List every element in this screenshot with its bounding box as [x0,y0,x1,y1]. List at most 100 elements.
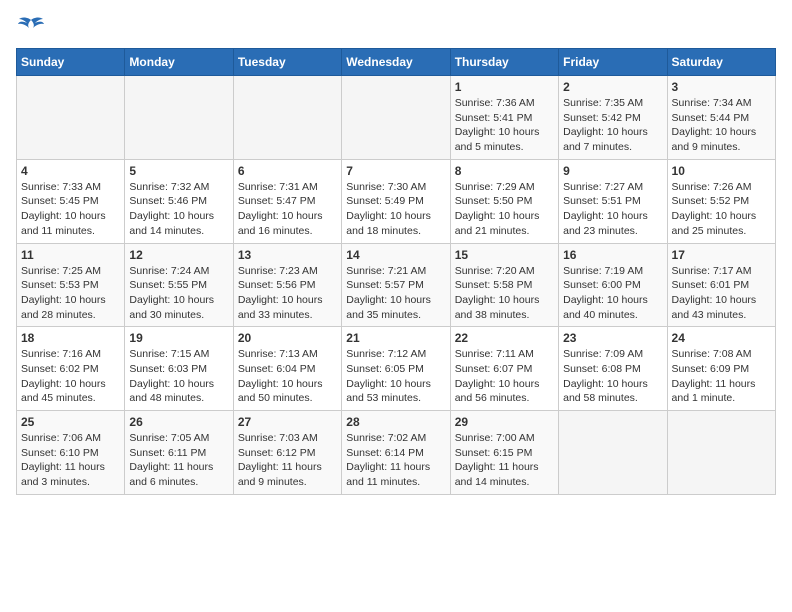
calendar-week-row: 25 Sunrise: 7:06 AMSunset: 6:10 PMDayligh… [17,411,776,495]
weekday-header: Monday [125,49,233,76]
calendar-day-cell [17,76,125,160]
day-info: Sunrise: 7:08 AMSunset: 6:09 PMDaylight:… [672,347,771,406]
calendar-day-cell: 20Sunrise: 7:13 AMSunset: 6:04 PMDayligh… [233,327,341,411]
day-number: 9 [563,164,662,178]
day-info: Sunrise: 7:24 AMSunset: 5:55 PMDaylight:… [129,264,228,323]
logo [16,16,46,38]
day-info: Sunrise: 7:16 AMSunset: 6:02 PMDaylight:… [21,347,120,406]
calendar-week-row: 11 Sunrise: 7:25 AMSunset: 5:53 PMDayligh… [17,243,776,327]
calendar-day-cell: 26Sunrise: 7:05 AMSunset: 6:11 PMDayligh… [125,411,233,495]
calendar-day-cell: 7 Sunrise: 7:30 AMSunset: 5:49 PMDaylight… [342,159,450,243]
calendar-day-cell: 8 Sunrise: 7:29 AMSunset: 5:50 PMDaylight… [450,159,558,243]
day-info: Sunrise: 7:33 AMSunset: 5:45 PMDaylight:… [21,180,120,239]
day-info: Sunrise: 7:03 AMSunset: 6:12 PMDaylight:… [238,431,337,490]
day-number: 23 [563,331,662,345]
day-number: 11 [21,248,120,262]
calendar-day-cell: 13 Sunrise: 7:23 AMSunset: 5:56 PMDayligh… [233,243,341,327]
page-header [16,16,776,38]
day-number: 28 [346,415,445,429]
day-number: 19 [129,331,228,345]
day-info: Sunrise: 7:00 AMSunset: 6:15 PMDaylight:… [455,431,554,490]
day-number: 26 [129,415,228,429]
day-info: Sunrise: 7:09 AMSunset: 6:08 PMDaylight:… [563,347,662,406]
calendar-day-cell [125,76,233,160]
day-info: Sunrise: 7:11 AMSunset: 6:07 PMDaylight:… [455,347,554,406]
calendar-day-cell: 22Sunrise: 7:11 AMSunset: 6:07 PMDayligh… [450,327,558,411]
calendar-day-cell: 14 Sunrise: 7:21 AMSunset: 5:57 PMDayligh… [342,243,450,327]
calendar-day-cell: 23 Sunrise: 7:09 AMSunset: 6:08 PMDayligh… [559,327,667,411]
day-info: Sunrise: 7:34 AMSunset: 5:44 PMDaylight:… [672,96,771,155]
calendar-day-cell: 24 Sunrise: 7:08 AMSunset: 6:09 PMDayligh… [667,327,775,411]
calendar-day-cell: 6 Sunrise: 7:31 AMSunset: 5:47 PMDaylight… [233,159,341,243]
calendar-day-cell: 18 Sunrise: 7:16 AMSunset: 6:02 PMDayligh… [17,327,125,411]
day-number: 15 [455,248,554,262]
calendar-day-cell [667,411,775,495]
day-number: 4 [21,164,120,178]
day-number: 7 [346,164,445,178]
calendar-day-cell: 17 Sunrise: 7:17 AMSunset: 6:01 PMDayligh… [667,243,775,327]
day-number: 13 [238,248,337,262]
weekday-header: Wednesday [342,49,450,76]
day-number: 14 [346,248,445,262]
day-number: 25 [21,415,120,429]
day-info: Sunrise: 7:31 AMSunset: 5:47 PMDaylight:… [238,180,337,239]
calendar-day-cell: 3 Sunrise: 7:34 AMSunset: 5:44 PMDaylight… [667,76,775,160]
weekday-header: Friday [559,49,667,76]
day-number: 24 [672,331,771,345]
calendar-day-cell [342,76,450,160]
calendar-day-cell: 1Sunrise: 7:36 AMSunset: 5:41 PMDaylight… [450,76,558,160]
calendar-day-cell: 16 Sunrise: 7:19 AMSunset: 6:00 PMDayligh… [559,243,667,327]
day-info: Sunrise: 7:25 AMSunset: 5:53 PMDaylight:… [21,264,120,323]
weekday-header: Thursday [450,49,558,76]
calendar-day-cell: 25 Sunrise: 7:06 AMSunset: 6:10 PMDayligh… [17,411,125,495]
calendar-day-cell: 12 Sunrise: 7:24 AMSunset: 5:55 PMDayligh… [125,243,233,327]
day-info: Sunrise: 7:20 AMSunset: 5:58 PMDaylight:… [455,264,554,323]
day-number: 5 [129,164,228,178]
day-info: Sunrise: 7:12 AMSunset: 6:05 PMDaylight:… [346,347,445,406]
calendar-day-cell: 19 Sunrise: 7:15 AMSunset: 6:03 PMDayligh… [125,327,233,411]
day-number: 2 [563,80,662,94]
day-info: Sunrise: 7:23 AMSunset: 5:56 PMDaylight:… [238,264,337,323]
day-info: Sunrise: 7:19 AMSunset: 6:00 PMDaylight:… [563,264,662,323]
weekday-header: Sunday [17,49,125,76]
day-info: Sunrise: 7:35 AMSunset: 5:42 PMDaylight:… [563,96,662,155]
calendar-day-cell: 5 Sunrise: 7:32 AMSunset: 5:46 PMDaylight… [125,159,233,243]
calendar-week-row: 1Sunrise: 7:36 AMSunset: 5:41 PMDaylight… [17,76,776,160]
day-number: 12 [129,248,228,262]
calendar-day-cell: 28 Sunrise: 7:02 AMSunset: 6:14 PMDayligh… [342,411,450,495]
day-info: Sunrise: 7:36 AMSunset: 5:41 PMDaylight:… [455,96,554,155]
day-number: 29 [455,415,554,429]
calendar-header-row: SundayMondayTuesdayWednesdayThursdayFrid… [17,49,776,76]
calendar-week-row: 4 Sunrise: 7:33 AMSunset: 5:45 PMDaylight… [17,159,776,243]
day-number: 3 [672,80,771,94]
day-number: 16 [563,248,662,262]
calendar-day-cell: 11 Sunrise: 7:25 AMSunset: 5:53 PMDayligh… [17,243,125,327]
day-number: 8 [455,164,554,178]
day-number: 10 [672,164,771,178]
day-info: Sunrise: 7:06 AMSunset: 6:10 PMDaylight:… [21,431,120,490]
calendar-day-cell: 27 Sunrise: 7:03 AMSunset: 6:12 PMDayligh… [233,411,341,495]
day-info: Sunrise: 7:21 AMSunset: 5:57 PMDaylight:… [346,264,445,323]
day-info: Sunrise: 7:29 AMSunset: 5:50 PMDaylight:… [455,180,554,239]
day-info: Sunrise: 7:27 AMSunset: 5:51 PMDaylight:… [563,180,662,239]
day-number: 27 [238,415,337,429]
day-info: Sunrise: 7:32 AMSunset: 5:46 PMDaylight:… [129,180,228,239]
day-number: 17 [672,248,771,262]
calendar-day-cell [233,76,341,160]
day-info: Sunrise: 7:30 AMSunset: 5:49 PMDaylight:… [346,180,445,239]
day-number: 6 [238,164,337,178]
calendar-day-cell: 9 Sunrise: 7:27 AMSunset: 5:51 PMDaylight… [559,159,667,243]
calendar-table: SundayMondayTuesdayWednesdayThursdayFrid… [16,48,776,495]
day-number: 21 [346,331,445,345]
calendar-day-cell [559,411,667,495]
calendar-day-cell: 21 Sunrise: 7:12 AMSunset: 6:05 PMDayligh… [342,327,450,411]
day-info: Sunrise: 7:15 AMSunset: 6:03 PMDaylight:… [129,347,228,406]
day-info: Sunrise: 7:26 AMSunset: 5:52 PMDaylight:… [672,180,771,239]
day-number: 18 [21,331,120,345]
day-number: 20 [238,331,337,345]
calendar-day-cell: 2 Sunrise: 7:35 AMSunset: 5:42 PMDaylight… [559,76,667,160]
day-info: Sunrise: 7:17 AMSunset: 6:01 PMDaylight:… [672,264,771,323]
day-info: Sunrise: 7:02 AMSunset: 6:14 PMDaylight:… [346,431,445,490]
weekday-header: Tuesday [233,49,341,76]
calendar-day-cell: 15 Sunrise: 7:20 AMSunset: 5:58 PMDayligh… [450,243,558,327]
